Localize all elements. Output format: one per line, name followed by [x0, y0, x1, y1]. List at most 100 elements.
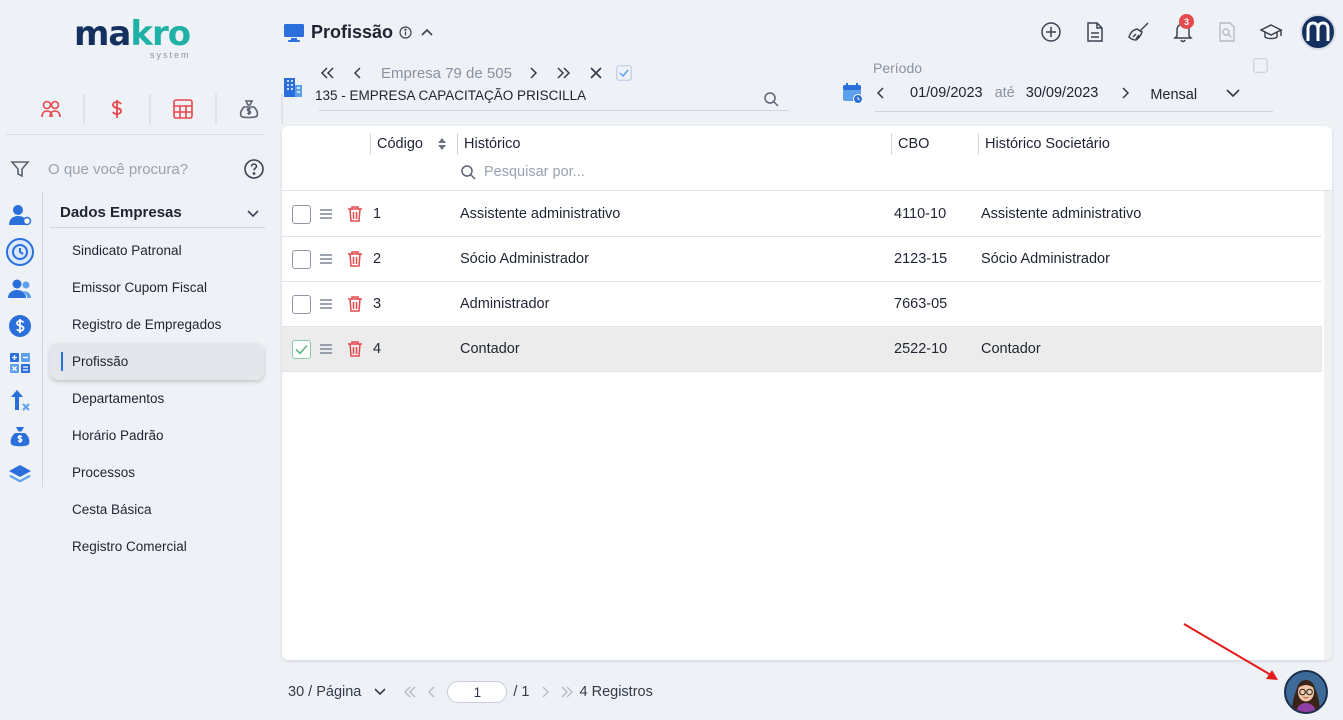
close-icon[interactable]	[590, 67, 602, 79]
document-icon[interactable]	[1080, 14, 1110, 50]
sidebar-item-cesta-basica[interactable]: Cesta Básica	[50, 491, 264, 528]
table-filter-input[interactable]: Pesquisar por...	[484, 164, 585, 180]
chevron-down-icon[interactable]	[245, 205, 261, 221]
sidebar-item-registro-de-empregados[interactable]: Registro de Empregados	[50, 306, 264, 343]
dollar-icon[interactable]	[102, 94, 151, 124]
period-separator: até	[994, 85, 1015, 101]
table-header: Código Histórico CBO Histórico Societári…	[282, 126, 1332, 191]
cell-codigo: 2	[373, 251, 382, 267]
drag-handle-icon[interactable]	[319, 237, 333, 281]
table-row[interactable]: 2 Sócio Administrador 2123-15 Sócio Admi…	[282, 237, 1322, 282]
period-mode-chevron-icon[interactable]	[1225, 86, 1241, 100]
multi-select-checkbox[interactable]	[616, 65, 632, 81]
sidebar-item-emissor-cupom-fiscal[interactable]: Emissor Cupom Fiscal	[50, 269, 264, 306]
table-filter[interactable]: Pesquisar por...	[460, 164, 585, 180]
notification-bell-icon[interactable]: 3	[1168, 14, 1198, 50]
table-row[interactable]: 3 Administrador 7663-05	[282, 282, 1322, 327]
calculator-icon[interactable]	[168, 94, 217, 124]
sidebar-item-profissao[interactable]: Profissão	[50, 343, 264, 380]
sidebar-item-registro-comercial[interactable]: Registro Comercial	[50, 528, 264, 565]
broom-icon[interactable]	[1124, 14, 1154, 50]
sidebar-item-sindicato-patronal[interactable]: Sindicato Patronal	[50, 232, 264, 269]
first-page-icon[interactable]	[403, 686, 417, 698]
row-checkbox[interactable]	[292, 204, 311, 224]
prev-page-icon[interactable]	[427, 686, 437, 698]
page-size-select[interactable]: 30 / Página	[288, 684, 361, 700]
page-number-input[interactable]: 1	[447, 681, 508, 703]
trash-icon[interactable]	[347, 327, 363, 371]
period-checkbox[interactable]	[1253, 58, 1268, 73]
graduation-cap-icon[interactable]	[1256, 14, 1286, 50]
prev-period-icon[interactable]	[876, 86, 886, 100]
row-checkbox-cell[interactable]	[292, 237, 311, 281]
filter-icon[interactable]	[10, 159, 30, 179]
page-size-chevron-icon[interactable]	[373, 686, 387, 698]
drag-handle-icon[interactable]	[319, 282, 333, 326]
cell-cbo: 2123-15	[894, 251, 948, 267]
period-mode[interactable]: Mensal	[1150, 87, 1197, 103]
module-icon-bar	[6, 196, 34, 492]
period-start[interactable]: 01/09/2023	[910, 85, 983, 101]
info-icon[interactable]	[399, 26, 412, 39]
sort-icon[interactable]	[437, 137, 447, 151]
cell-historico: Administrador	[460, 296, 550, 312]
employee-user-icon[interactable]	[6, 196, 34, 233]
prev-company-icon[interactable]	[353, 66, 363, 80]
menu-search-input[interactable]: O que você procura?	[48, 161, 243, 178]
company-search-icon[interactable]	[763, 91, 779, 107]
chevron-up-icon[interactable]	[420, 26, 434, 40]
row-checkbox-cell[interactable]	[292, 192, 311, 236]
menu-group-dados-empresas[interactable]: Dados Empresas	[50, 198, 265, 228]
money-bag-icon[interactable]	[234, 94, 283, 124]
next-company-icon[interactable]	[528, 66, 538, 80]
finance-dollar-icon[interactable]	[6, 307, 34, 344]
menu-search[interactable]: O que você procura?	[10, 156, 265, 182]
payroll-bag-icon[interactable]	[6, 418, 34, 455]
clock-icon[interactable]	[6, 233, 34, 270]
tax-arrow-icon[interactable]	[6, 381, 34, 418]
table-row[interactable]: 4 Contador 2522-10 Contador	[282, 327, 1322, 372]
company-position: Empresa 79 de 505	[381, 64, 512, 82]
trash-icon[interactable]	[347, 282, 363, 326]
help-icon[interactable]	[243, 158, 265, 180]
company-name[interactable]: 135 - EMPRESA CAPACITAÇÃO PRISCILLA	[315, 88, 586, 103]
table-row[interactable]: 1 Assistente administrativo 4110-10 Assi…	[282, 192, 1322, 237]
last-company-icon[interactable]	[556, 66, 572, 80]
row-checkbox-cell[interactable]	[292, 327, 311, 371]
row-checkbox[interactable]	[292, 339, 311, 359]
add-circle-icon[interactable]	[1036, 14, 1066, 50]
last-page-icon[interactable]	[560, 686, 574, 698]
trash-icon[interactable]	[347, 237, 363, 281]
first-company-icon[interactable]	[319, 66, 335, 80]
column-header-historico-societario[interactable]: Histórico Societário	[978, 133, 1110, 155]
next-period-icon[interactable]	[1120, 86, 1130, 100]
trash-icon[interactable]	[347, 192, 363, 236]
user-avatar[interactable]	[1300, 14, 1336, 50]
row-checkbox[interactable]	[292, 249, 311, 269]
users-icon[interactable]	[6, 270, 34, 307]
search-document-icon[interactable]	[1212, 14, 1242, 50]
period-end[interactable]: 30/09/2023	[1026, 85, 1099, 101]
column-header-codigo[interactable]: Código	[370, 133, 447, 155]
row-checkbox-cell[interactable]	[292, 282, 311, 326]
accounting-calculator-icon[interactable]	[6, 344, 34, 381]
next-page-icon[interactable]	[540, 686, 550, 698]
makro-logo[interactable]: makro system	[74, 14, 204, 64]
sidebar-item-horario-padrao[interactable]: Horário Padrão	[50, 417, 264, 454]
sidebar-item-processos[interactable]: Processos	[50, 454, 264, 491]
sidebar-item-departamentos[interactable]: Departamentos	[50, 380, 264, 417]
calendar-icon[interactable]	[842, 82, 864, 104]
layers-icon[interactable]	[6, 455, 34, 492]
column-header-cbo[interactable]: CBO	[891, 133, 929, 155]
column-header-historico[interactable]: Histórico	[457, 133, 520, 155]
row-checkbox[interactable]	[292, 294, 311, 314]
drag-handle-icon[interactable]	[319, 327, 333, 371]
table-scrollbar[interactable]	[1324, 191, 1332, 660]
profissao-table: Código Histórico CBO Histórico Societári…	[282, 126, 1332, 660]
assistant-avatar[interactable]	[1284, 670, 1328, 714]
people-group-icon[interactable]	[36, 94, 85, 124]
red-arrow-annotation	[1183, 623, 1278, 680]
drag-handle-icon[interactable]	[319, 192, 333, 236]
cell-historico-societario: Assistente administrativo	[981, 206, 1142, 222]
cell-historico: Sócio Administrador	[460, 251, 589, 267]
